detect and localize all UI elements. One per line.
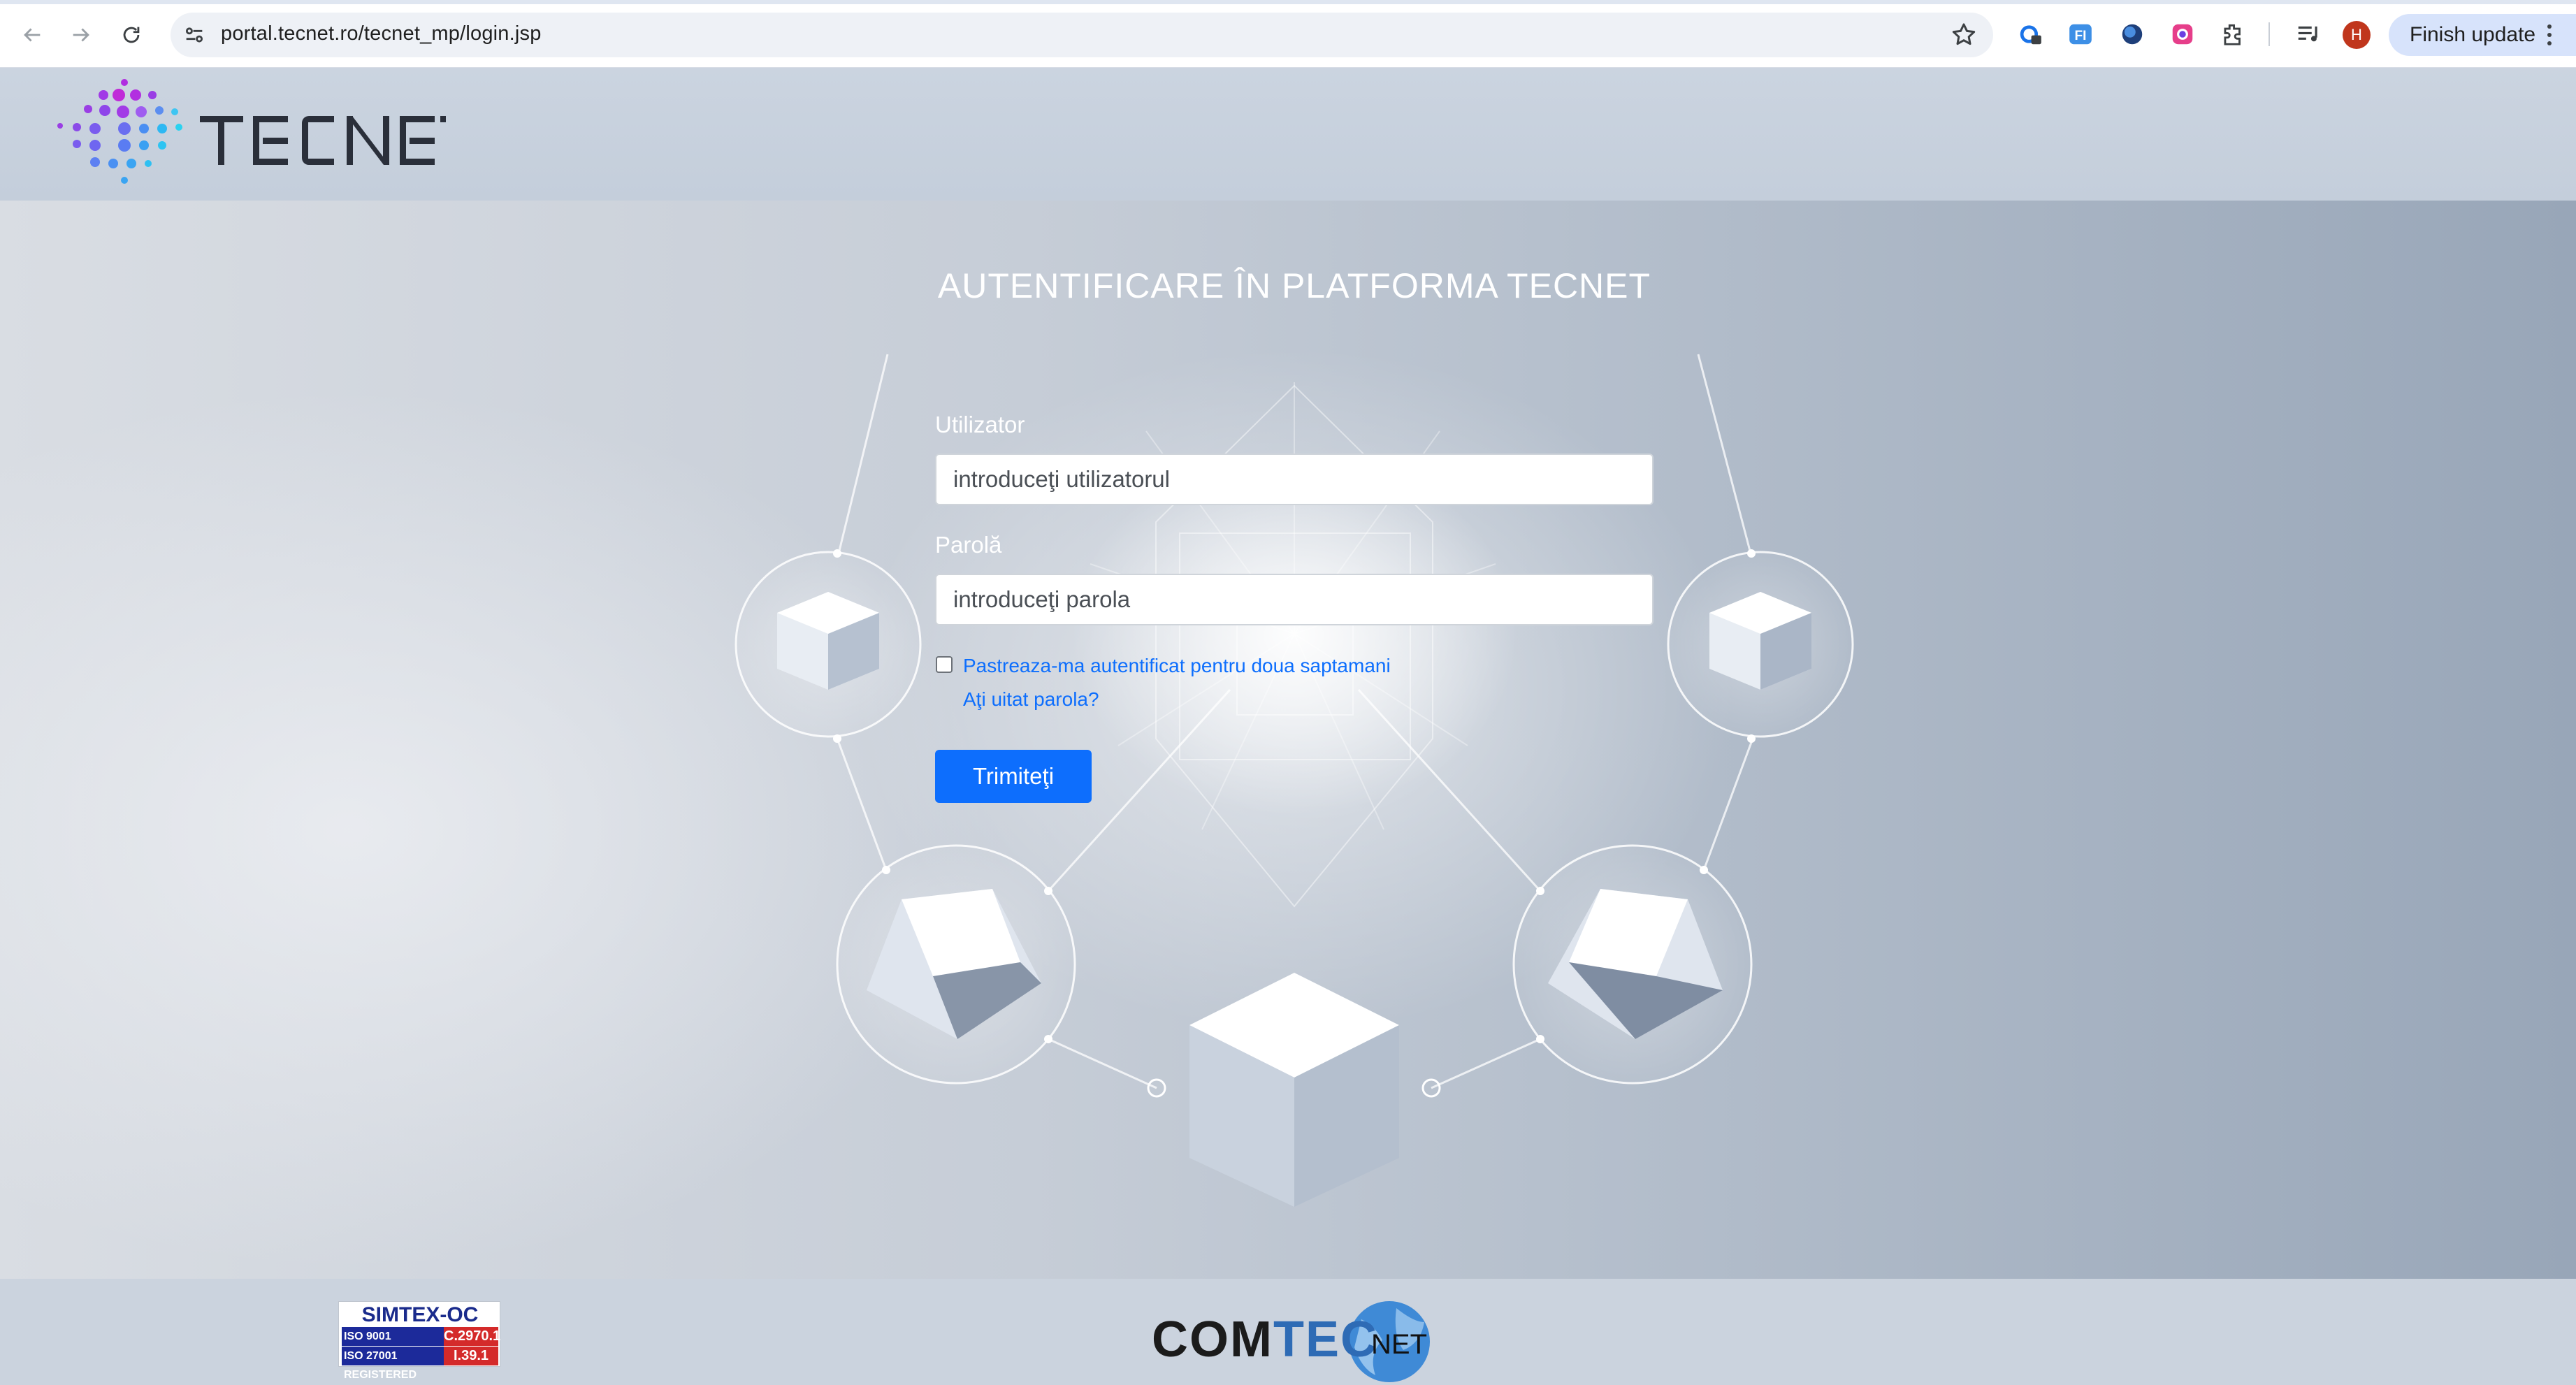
simtex-iso-code: I.39.1	[444, 1347, 498, 1365]
password-field[interactable]: introduceţi parola	[935, 574, 1654, 625]
simtex-iso-9001-row: ISO 9001 REGISTERED C.2970.1	[342, 1327, 500, 1361]
simtex-iso-27001-row: ISO 27001 REGISTERED I.39.1	[342, 1347, 498, 1381]
reload-icon	[123, 27, 140, 43]
cube-center-bottom	[1189, 973, 1399, 1207]
tecnet-logo-wordmark	[200, 116, 446, 165]
comtec-net-text: NET	[1371, 1329, 1427, 1360]
login-hero-background: AUTENTIFICARE ÎN PLATFORMA TECNET Utiliz…	[0, 201, 2576, 1279]
back-button[interactable]	[14, 17, 50, 53]
extension-password-icon[interactable]	[2016, 20, 2045, 49]
simtex-iso-code: C.2970.1	[444, 1327, 500, 1346]
username-label: Utilizator	[935, 412, 1025, 437]
remember-me-label[interactable]: Pastreaza-ma autentificat pentru doua sa…	[963, 655, 1391, 677]
arrow-left-icon	[24, 28, 41, 42]
page-title: AUTENTIFICARE ÎN PLATFORMA TECNET	[937, 266, 1651, 305]
extension-color-icon[interactable]	[2168, 20, 2197, 49]
extensions-puzzle-icon[interactable]	[2218, 20, 2248, 49]
address-bar[interactable]: portal.tecnet.ro/tecnet_mp/login.jsp	[171, 13, 1993, 57]
remember-me-checkbox[interactable]	[936, 656, 953, 673]
profile-avatar[interactable]: H	[2343, 21, 2371, 49]
simtex-title: SIMTEX-OC	[361, 1303, 479, 1326]
forgot-password-link[interactable]: Aţi uitat parola?	[963, 688, 1099, 711]
tab-strip-edge	[0, 0, 2576, 4]
toolbar-divider	[2269, 22, 2270, 46]
comtec-net-logo[interactable]: COMTEC NET	[1152, 1298, 1437, 1385]
extension-globe-icon[interactable]	[2118, 20, 2147, 49]
svg-text:FI: FI	[2075, 29, 2087, 43]
comtec-tec: TEC	[1273, 1312, 1378, 1368]
simtex-certification-badge: SIMTEX-OC ISO 9001 REGISTERED C.2970.1 I…	[338, 1301, 500, 1381]
site-info-icon[interactable]	[180, 21, 208, 49]
forward-button[interactable]	[63, 17, 99, 53]
simtex-iso-label: ISO 9001 REGISTERED	[342, 1327, 444, 1361]
cube-network-illustration	[735, 354, 1854, 1207]
browser-toolbar: portal.tecnet.ro/tecnet_mp/login.jsp FI …	[0, 0, 2576, 68]
cube-left-top	[777, 592, 879, 690]
bookmark-star-icon[interactable]	[1950, 21, 1978, 49]
submit-button[interactable]: Trimiteţi	[935, 750, 1092, 803]
comtec-wordmark: COMTEC	[1152, 1311, 1378, 1368]
reload-button[interactable]	[113, 17, 150, 53]
password-label: Parolă	[935, 532, 1002, 558]
extension-fi-icon[interactable]: FI	[2066, 20, 2095, 49]
comtec-com: COM	[1152, 1312, 1273, 1368]
media-queue-icon[interactable]	[2294, 20, 2323, 49]
arrow-right-icon	[73, 28, 89, 42]
tecnet-logo-mark	[57, 79, 182, 184]
simtex-iso-label: ISO 27001 REGISTERED	[342, 1347, 444, 1381]
tecnet-logo[interactable]	[55, 75, 446, 194]
more-menu-icon[interactable]	[2545, 21, 2554, 49]
username-field[interactable]: introduceţi utilizatorul	[935, 454, 1654, 505]
url-text[interactable]: portal.tecnet.ro/tecnet_mp/login.jsp	[221, 22, 542, 45]
